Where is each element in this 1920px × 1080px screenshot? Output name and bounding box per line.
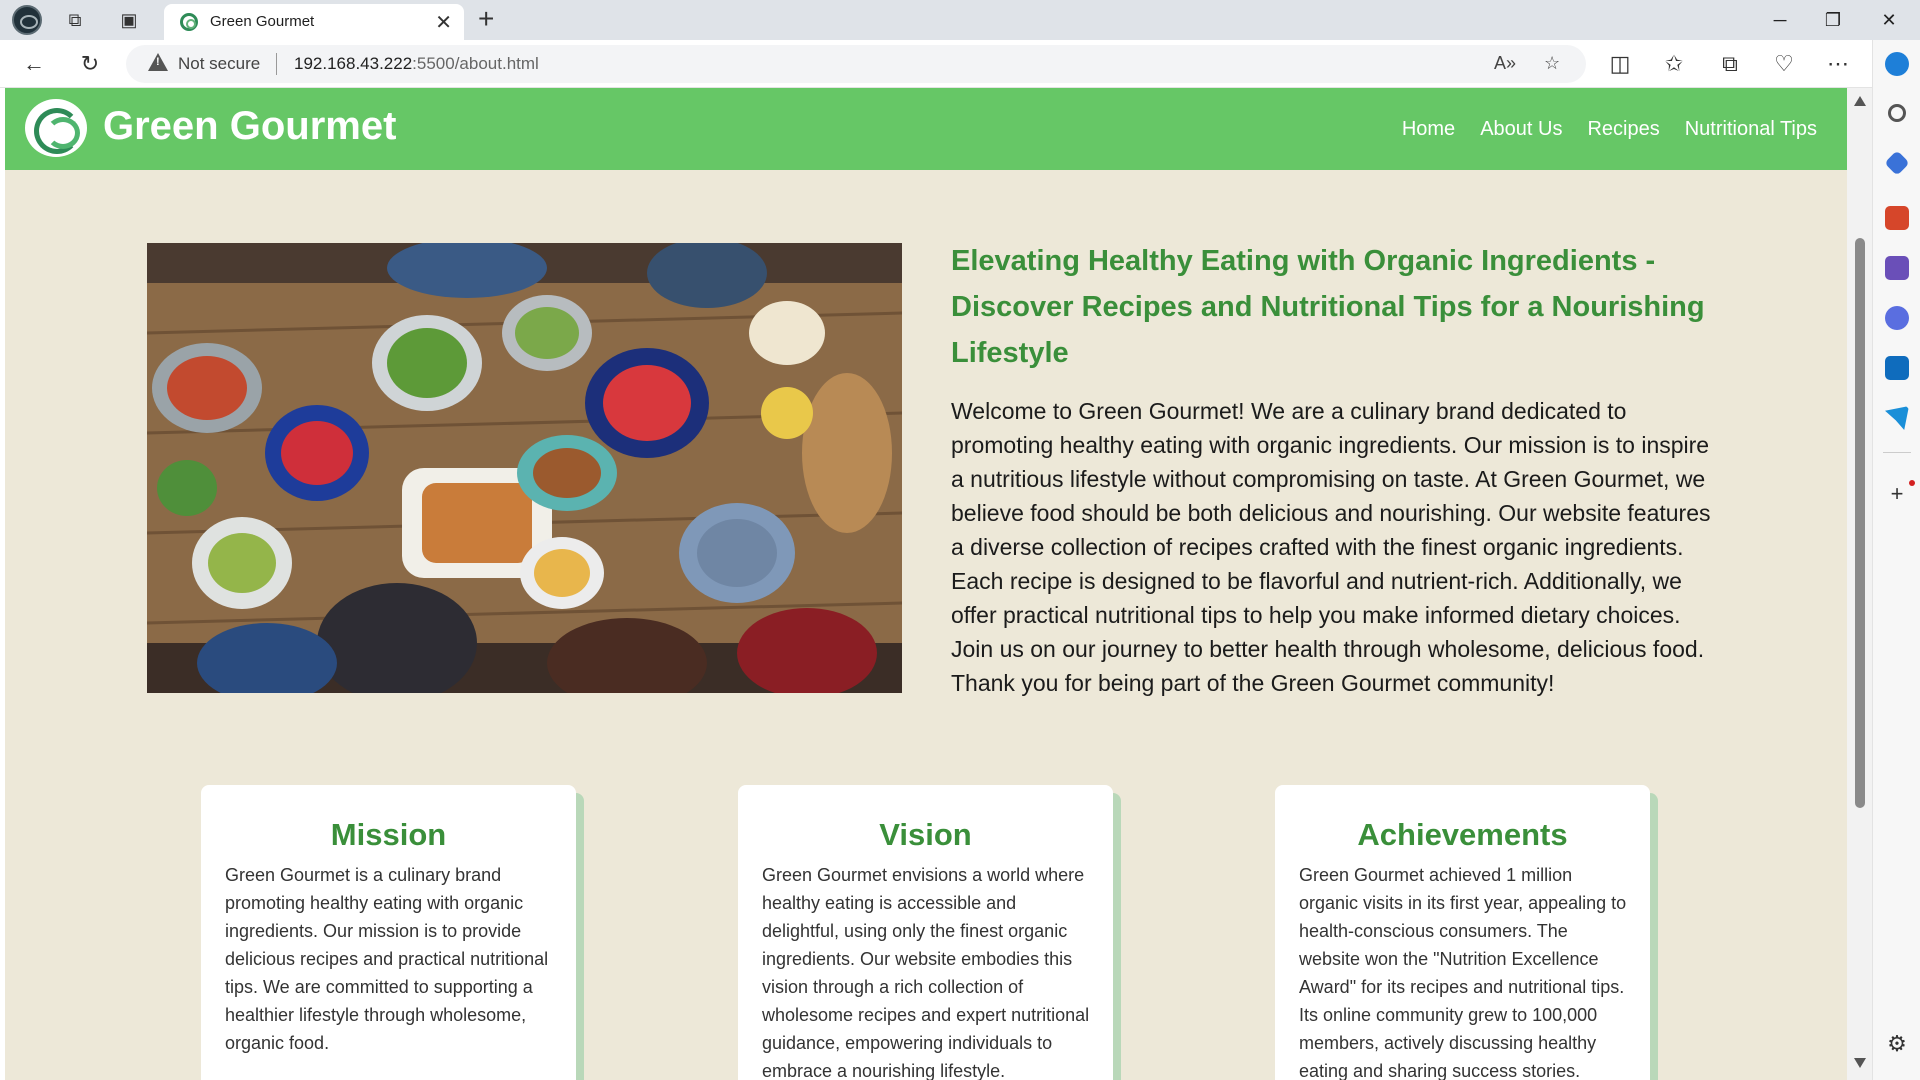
hero-text: Elevating Healthy Eating with Organic In… (951, 238, 1711, 700)
scroll-thumb[interactable] (1855, 238, 1865, 808)
favorite-star-icon[interactable]: ☆ (1544, 53, 1560, 74)
site-favicon-icon (180, 13, 198, 31)
workspaces-icon[interactable]: ⧉ (62, 7, 88, 33)
url-text[interactable]: 192.168.43.222:5500/about.html (294, 54, 539, 74)
more-menu-icon[interactable]: ⋯ (1824, 50, 1852, 78)
card-title: Mission (330, 817, 447, 852)
add-sidebar-app-icon[interactable]: + (1883, 480, 1911, 508)
hero-body: Welcome to Green Gourmet! We are a culin… (951, 398, 1711, 696)
close-tab-icon[interactable]: ✕ (435, 10, 452, 35)
nav-link-home[interactable]: Home (1402, 118, 1455, 141)
card-text: Green Gourmet envisions a world where he… (762, 865, 1090, 1080)
tools-icon[interactable] (1885, 206, 1909, 230)
scroll-up-arrow-icon[interactable] (1854, 96, 1866, 106)
security-label[interactable]: Not secure (178, 54, 260, 74)
refresh-icon[interactable]: ↻ (76, 50, 104, 78)
tab-title: Green Gourmet (210, 13, 315, 30)
hero-food-table-image (147, 243, 902, 693)
card-title: Vision (879, 817, 972, 852)
achievements-card: Achievements Green Gourmet achieved 1 mi… (1275, 785, 1650, 1080)
sidebar-separator (1883, 452, 1911, 453)
read-aloud-icon[interactable]: A» (1494, 53, 1516, 74)
outlook-icon[interactable] (1885, 356, 1909, 380)
new-tab-button[interactable]: + (478, 4, 494, 34)
card-text: Green Gourmet achieved 1 million organic… (1299, 865, 1627, 1080)
green-gourmet-logo[interactable] (25, 99, 87, 157)
profile-avatar[interactable] (12, 5, 42, 35)
browser-tab-bar: ⧉ ▣ Green Gourmet ✕ + ─ ❐ ✕ (0, 0, 1920, 40)
browser-toolbar: ← ↻ Not secure 192.168.43.222:5500/about… (0, 40, 1920, 88)
hero-title: Elevating Healthy Eating with Organic In… (951, 245, 1705, 369)
games-icon[interactable] (1885, 256, 1909, 280)
address-bar[interactable]: Not secure 192.168.43.222:5500/about.htm… (126, 45, 1586, 83)
scroll-down-arrow-icon[interactable] (1854, 1058, 1866, 1068)
nav-link-nutritional-tips[interactable]: Nutritional Tips (1685, 118, 1817, 141)
site-header: Green Gourmet Home About Us Recipes Nutr… (5, 88, 1847, 170)
microsoft-365-icon[interactable] (1885, 306, 1909, 330)
mission-card: Mission Green Gourmet is a culinary bran… (201, 785, 576, 1080)
browser-essentials-icon[interactable]: ♡ (1770, 50, 1798, 78)
site-brand[interactable]: Green Gourmet (103, 104, 396, 149)
vision-card: Vision Green Gourmet envisions a world w… (738, 785, 1113, 1080)
close-window-button[interactable]: ✕ (1869, 6, 1909, 34)
card-title: Achievements (1357, 817, 1568, 852)
page-viewport: Green Gourmet Home About Us Recipes Nutr… (0, 88, 1872, 1080)
nav-link-about-us[interactable]: About Us (1480, 118, 1562, 141)
restore-button[interactable]: ❐ (1813, 6, 1853, 34)
search-icon[interactable] (1888, 104, 1906, 122)
split-screen-icon[interactable]: ◫ (1606, 50, 1634, 78)
shopping-tag-icon[interactable] (1884, 150, 1910, 176)
site-nav: Home About Us Recipes Nutritional Tips (1402, 118, 1817, 141)
about-page: Green Gourmet Home About Us Recipes Nutr… (5, 88, 1847, 1080)
warning-icon (148, 53, 168, 71)
edge-sidebar: + ⚙ (1872, 40, 1920, 1080)
back-icon[interactable]: ← (20, 50, 48, 78)
address-separator (276, 53, 277, 75)
collections-icon[interactable]: ⧉ (1716, 50, 1744, 78)
url-path: :5500/about.html (412, 54, 539, 73)
vertical-tabs-icon[interactable]: ▣ (116, 7, 142, 33)
notification-dot (1909, 480, 1915, 486)
nav-link-recipes[interactable]: Recipes (1587, 118, 1659, 141)
minimize-button[interactable]: ─ (1760, 6, 1800, 34)
url-host: 192.168.43.222 (294, 54, 413, 73)
send-icon[interactable] (1885, 406, 1909, 430)
favorites-icon[interactable]: ✩ (1660, 50, 1688, 78)
sidebar-settings-icon[interactable]: ⚙ (1883, 1030, 1911, 1058)
page-scrollbar[interactable] (1847, 88, 1872, 1080)
card-text: Green Gourmet is a culinary brand promot… (225, 865, 549, 1053)
active-tab[interactable]: Green Gourmet ✕ (164, 4, 464, 40)
copilot-icon[interactable] (1885, 52, 1909, 76)
